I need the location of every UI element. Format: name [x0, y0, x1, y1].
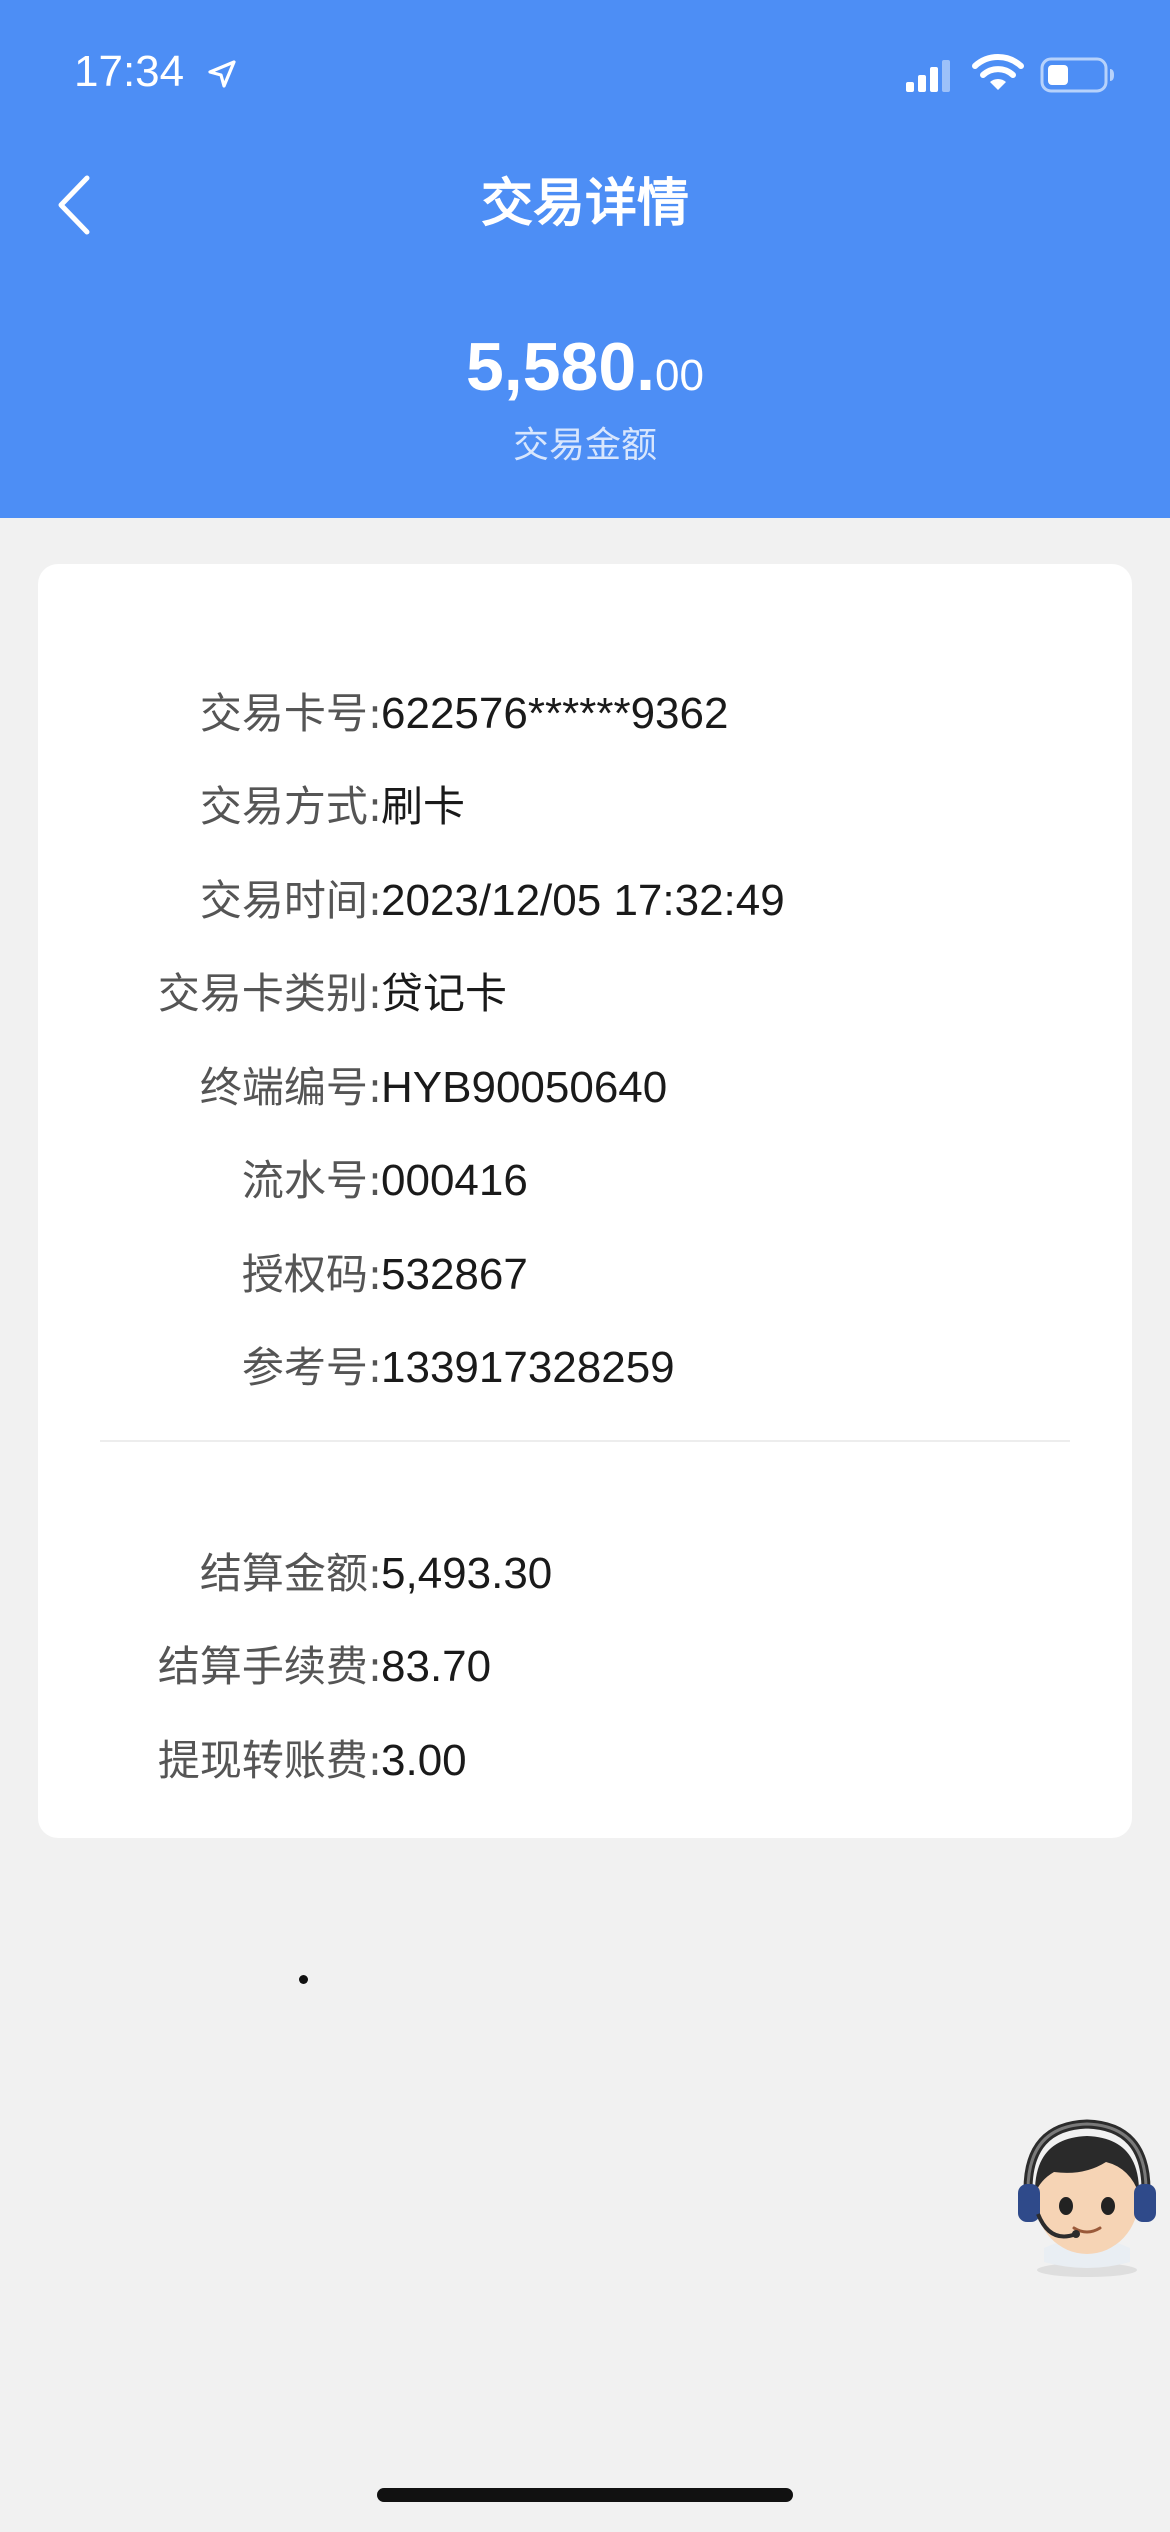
detail-value: 刷卡 — [381, 782, 466, 831]
detail-value: 2023/12/05 17:32:49 — [381, 876, 785, 925]
detail-row-reference-number: 参考号: 133917328259 — [38, 1336, 1132, 1400]
settlement-label: 结算手续费: — [157, 1642, 382, 1691]
header: 17:34 交易详情 5,580.00 交易金额 — [0, 0, 1170, 518]
settlement-row-fee: 结算手续费: 83.70 — [38, 1635, 1132, 1699]
detail-label: 参考号: — [241, 1343, 382, 1392]
detail-row-time: 交易时间: 2023/12/05 17:32:49 — [38, 869, 1132, 933]
location-arrow-icon — [208, 60, 236, 88]
amount-integer: 5,580. — [465, 329, 656, 405]
detail-row-serial-number: 流水号: 000416 — [38, 1149, 1132, 1213]
detail-value: 133917328259 — [381, 1343, 675, 1392]
detail-label: 交易卡类别: — [157, 969, 382, 1018]
settlement-row-withdraw-fee: 提现转账费: 3.00 — [38, 1729, 1132, 1793]
detail-label: 授权码: — [241, 1250, 382, 1299]
settlement-value: 5,493.30 — [381, 1549, 553, 1598]
divider — [100, 1440, 1070, 1442]
detail-row-terminal-id: 终端编号: HYB90050640 — [38, 1056, 1132, 1120]
settlement-label: 结算金额: — [199, 1549, 382, 1598]
detail-value: HYB90050640 — [381, 1063, 668, 1112]
detail-value: 000416 — [381, 1156, 528, 1205]
detail-value: 532867 — [381, 1250, 528, 1299]
detail-label: 交易卡号: — [199, 689, 382, 738]
detail-label: 交易时间: — [199, 876, 382, 925]
home-indicator[interactable] — [377, 2488, 793, 2502]
detail-label: 交易方式: — [199, 782, 382, 831]
customer-service-avatar-icon[interactable] — [1014, 2110, 1160, 2280]
detail-label: 流水号: — [241, 1156, 382, 1205]
cellular-signal-icon — [906, 60, 950, 92]
settlement-value: 83.70 — [381, 1642, 492, 1691]
amount-decimal: 00 — [655, 351, 704, 400]
wifi-icon — [972, 54, 1024, 90]
detail-row-card-number: 交易卡号: 622576******9362 — [38, 682, 1132, 746]
detail-row-method: 交易方式: 刷卡 — [38, 775, 1132, 839]
stray-dot — [299, 1975, 308, 1984]
page-title: 交易详情 — [480, 174, 689, 234]
transaction-detail-card: 交易卡号: 622576******9362 交易方式: 刷卡 交易时间: 20… — [38, 564, 1132, 1838]
transaction-amount: 5,580.00 — [0, 322, 1170, 412]
detail-value: 622576******9362 — [381, 689, 729, 738]
detail-label: 终端编号: — [199, 1063, 382, 1112]
settlement-row-amount: 结算金额: 5,493.30 — [38, 1542, 1132, 1606]
status-time: 17:34 — [74, 47, 185, 96]
settlement-label: 提现转账费: — [157, 1736, 382, 1785]
detail-row-auth-code: 授权码: 532867 — [38, 1243, 1132, 1307]
settlement-value: 3.00 — [381, 1736, 467, 1785]
detail-value: 贷记卡 — [381, 969, 508, 1018]
battery-icon — [1040, 57, 1114, 93]
detail-row-card-type: 交易卡类别: 贷记卡 — [38, 962, 1132, 1026]
amount-label: 交易金额 — [512, 425, 657, 466]
